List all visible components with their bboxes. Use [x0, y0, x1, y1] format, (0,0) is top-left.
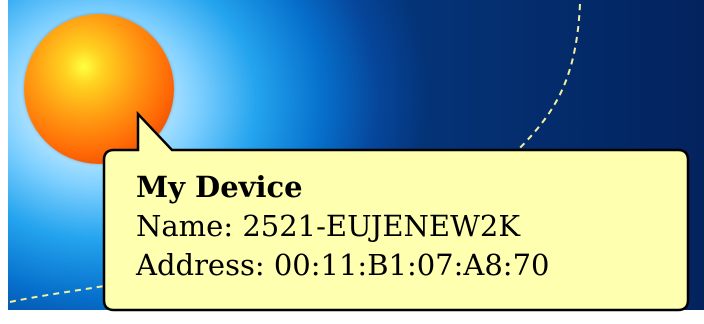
device-name-label: Name:: [136, 209, 234, 243]
device-address-row: Address: 00:11:B1:07:A8:70: [136, 246, 676, 285]
device-name-row: Name: 2521-EUJENEW2K: [136, 207, 676, 246]
tooltip-content: My Device Name: 2521-EUJENEW2K Address: …: [136, 168, 676, 285]
device-address-value: 00:11:B1:07:A8:70: [273, 248, 550, 282]
device-map-view: My Device Name: 2521-EUJENEW2K Address: …: [8, 0, 704, 324]
tooltip-title: My Device: [136, 170, 303, 204]
device-name-value: 2521-EUJENEW2K: [242, 209, 521, 243]
device-address-label: Address:: [136, 248, 265, 282]
